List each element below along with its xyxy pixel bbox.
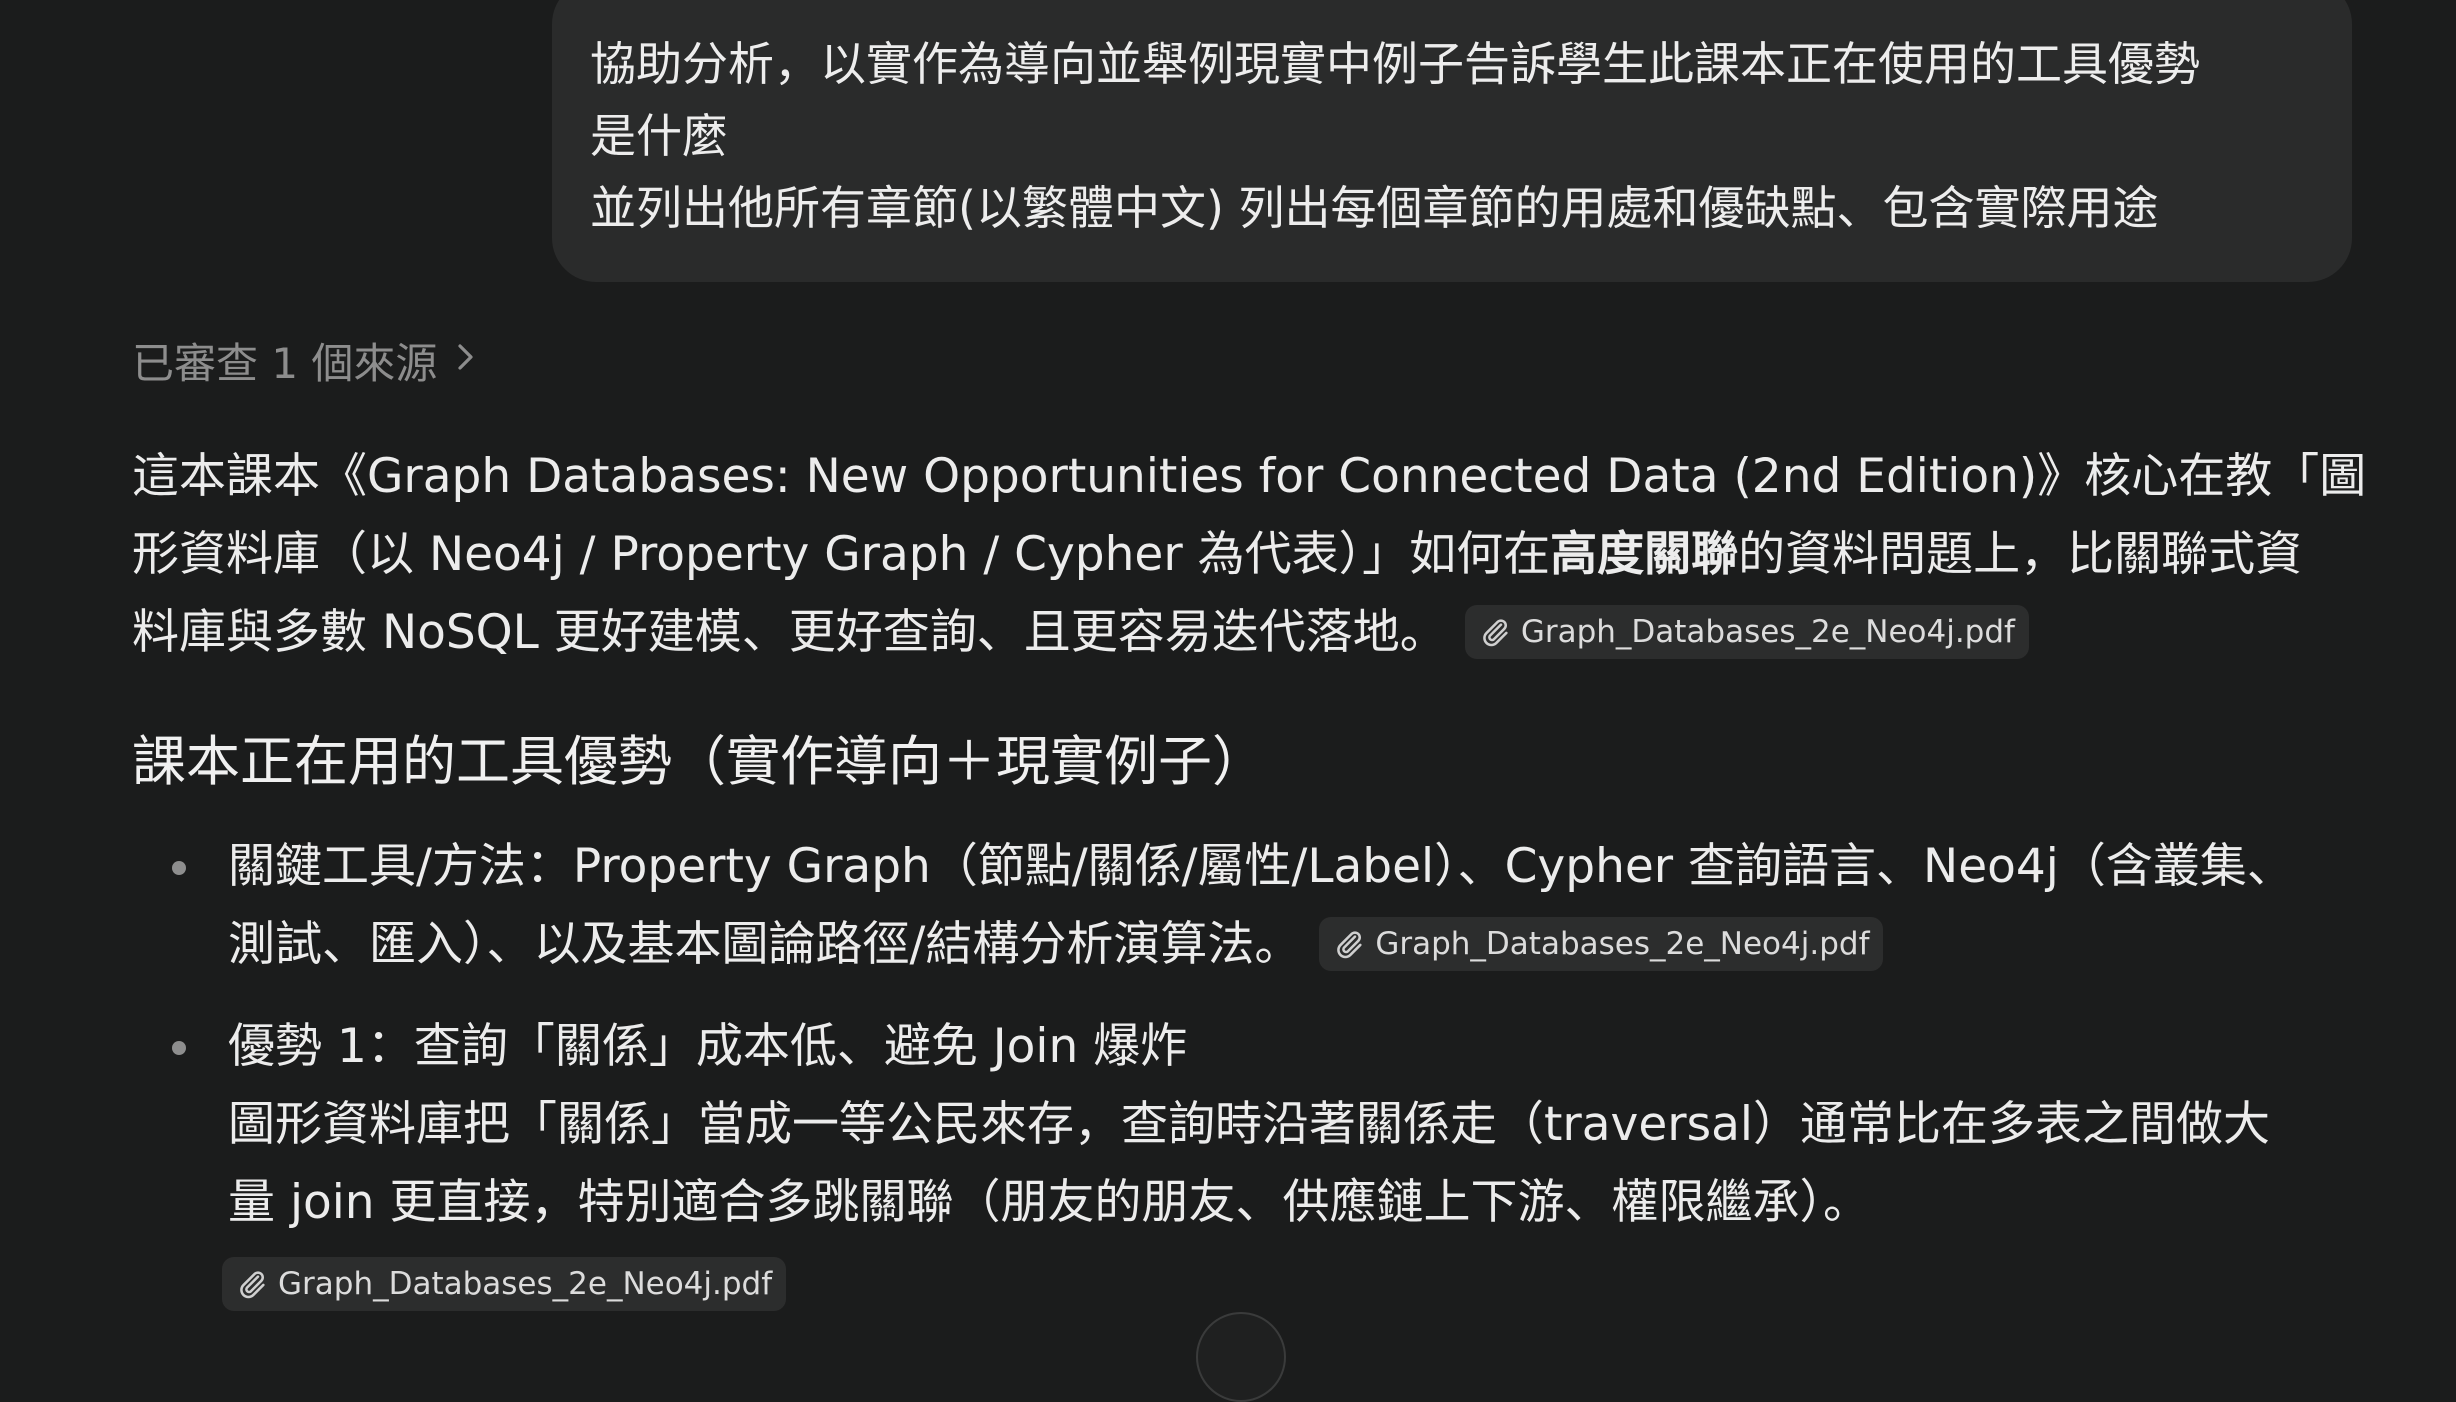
citation-chip[interactable]: Graph_Databases_2e_Neo4j.pdf (1319, 916, 1884, 971)
user-message-line: 並列出他所有章節(以繁體中文) 列出每個章節的用處和優缺點、包含實際用途 (590, 181, 2159, 235)
bullet-text: 測試、匯入）、以及基本圖論路徑/結構分析演算法。 (228, 917, 1302, 972)
bullet-line: 圖形資料庫把「關係」當成一等公民來存，查詢時沿著關係走（traversal）通常… (228, 1097, 2270, 1152)
paperclip-icon (1483, 618, 1508, 646)
bullet-dot (172, 861, 186, 875)
user-message-line: 協助分析，以實作為導向並舉例現實中例子告訴學生此課本正在使用的工具優勢 (590, 37, 2200, 91)
sources-reviewed-toggle[interactable]: 已審查 1 個來源 (132, 330, 477, 391)
bullet-line: 關鍵工具/方法：Property Graph（節點/關係/屬性/Label）、C… (228, 839, 2294, 894)
intro-text: 料庫與多數 NoSQL 更好建模、更好查詢、且更容易迭代落地。 (132, 605, 1447, 660)
bullet-dot (172, 1041, 186, 1055)
intro-line: 這本課本《Graph Databases: New Opportunities … (132, 449, 2367, 504)
intro-line: 料庫與多數 NoSQL 更好建模、更好查詢、且更容易迭代落地。 Graph_Dat… (132, 594, 2362, 672)
intro-text: 形資料庫（以 Neo4j / Property Graph / Cypher 為… (132, 527, 1551, 582)
scroll-down-button[interactable] (1196, 1312, 1286, 1402)
chevron-right-icon (455, 338, 477, 384)
bullet-line: 優勢 1：查詢「關係」成本低、避免 Join 爆炸 (228, 1019, 1188, 1074)
intro-text: 的資料問題上，比關聯式資 (1738, 527, 2303, 582)
citation-chip[interactable]: Graph_Databases_2e_Neo4j.pdf (1464, 604, 2029, 659)
intro-line: 形資料庫（以 Neo4j / Property Graph / Cypher 為… (132, 516, 2362, 594)
list-item: 優勢 1：查詢「關係」成本低、避免 Join 爆炸 圖形資料庫把「關係」當成一等… (132, 1008, 2362, 1324)
bullet-list: 關鍵工具/方法：Property Graph（節點/關係/屬性/Label）、C… (132, 828, 2362, 1348)
citation-filename: Graph_Databases_2e_Neo4j.pdf (1375, 925, 1870, 962)
paperclip-icon (1337, 930, 1362, 958)
section-heading: 課本正在用的工具優勢（實作導向＋現實例子） (132, 730, 1266, 793)
citation-filename: Graph_Databases_2e_Neo4j.pdf (1520, 613, 2015, 650)
user-message-bubble: 協助分析，以實作為導向並舉例現實中例子告訴學生此課本正在使用的工具優勢 是什麼 … (552, 0, 2352, 282)
assistant-answer-intro: 這本課本《Graph Databases: New Opportunities … (132, 438, 2367, 672)
citation-row: Graph_Databases_2e_Neo4j.pdf (222, 1246, 2362, 1324)
intro-bold-text: 高度關聯 (1550, 527, 1739, 582)
sources-label: 已審查 1 個來源 (132, 339, 438, 388)
bullet-line: 測試、匯入）、以及基本圖論路徑/結構分析演算法。 Graph_Databases_… (228, 906, 2362, 984)
citation-chip[interactable]: Graph_Databases_2e_Neo4j.pdf (222, 1256, 787, 1311)
paperclip-icon (240, 1270, 265, 1298)
user-message-line: 是什麼 (590, 109, 728, 163)
bullet-line: 量 join 更直接，特別適合多跳關聯（朋友的朋友、供應鏈上下游、權限繼承）。 (228, 1175, 1871, 1230)
citation-filename: Graph_Databases_2e_Neo4j.pdf (278, 1265, 773, 1302)
list-item: 關鍵工具/方法：Property Graph（節點/關係/屬性/Label）、C… (132, 828, 2362, 984)
